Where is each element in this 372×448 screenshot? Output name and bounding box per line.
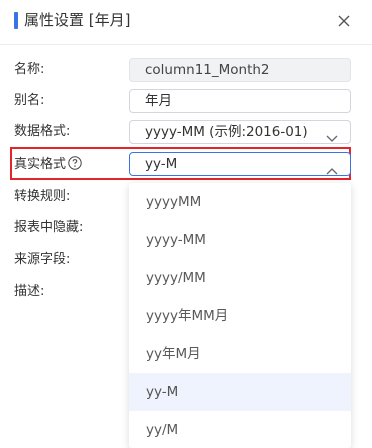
real-format-select[interactable]: yy-M (129, 152, 351, 176)
real-format-label-wrap: 真实格式 (14, 156, 82, 173)
chevron-up-icon (326, 160, 338, 175)
dialog-header: 属性设置 [年月] (0, 0, 372, 45)
convert-rule-label: 转换规则: (14, 189, 71, 204)
hide-in-report-label: 报表中隐藏: (14, 220, 84, 235)
real-format-value: yy-M (145, 156, 178, 172)
source-field-label: 来源字段: (14, 252, 71, 267)
alias-input[interactable]: 年月 (129, 89, 351, 113)
title-accent-bar (14, 12, 18, 29)
question-circle-icon[interactable] (68, 156, 82, 170)
dropdown-option[interactable]: yyyy/MM (129, 259, 351, 297)
data-format-value: yyyy-MM (示例:2016-01) (145, 124, 308, 140)
name-field: column11_Month2 (129, 58, 351, 82)
dropdown-option[interactable]: yyyyMM (129, 183, 351, 221)
real-format-label: 真实格式 (14, 157, 67, 172)
description-label: 描述: (14, 284, 45, 299)
dialog-title: 属性设置 [年月] (24, 11, 131, 29)
dropdown-option-selected[interactable]: yy-M (129, 373, 351, 411)
dropdown-option[interactable]: yy/M (129, 411, 351, 448)
data-format-select[interactable]: yyyy-MM (示例:2016-01) (129, 120, 351, 144)
dropdown-option[interactable]: yy年M月 (129, 335, 351, 373)
format-dropdown[interactable]: yyyyMM yyyy-MM yyyy/MM yyyy年MM月 yy年M月 yy… (129, 183, 351, 448)
property-dialog: 属性设置 [年月] 名称: column11_Month2 别名: 年月 数据格… (0, 0, 372, 448)
data-format-label: 数据格式: (14, 124, 71, 139)
name-label: 名称: (14, 62, 45, 77)
close-icon[interactable] (334, 11, 354, 31)
alias-label: 别名: (14, 93, 45, 108)
dropdown-option[interactable]: yyyy-MM (129, 221, 351, 259)
dropdown-option[interactable]: yyyy年MM月 (129, 297, 351, 335)
chevron-down-icon (326, 128, 338, 142)
